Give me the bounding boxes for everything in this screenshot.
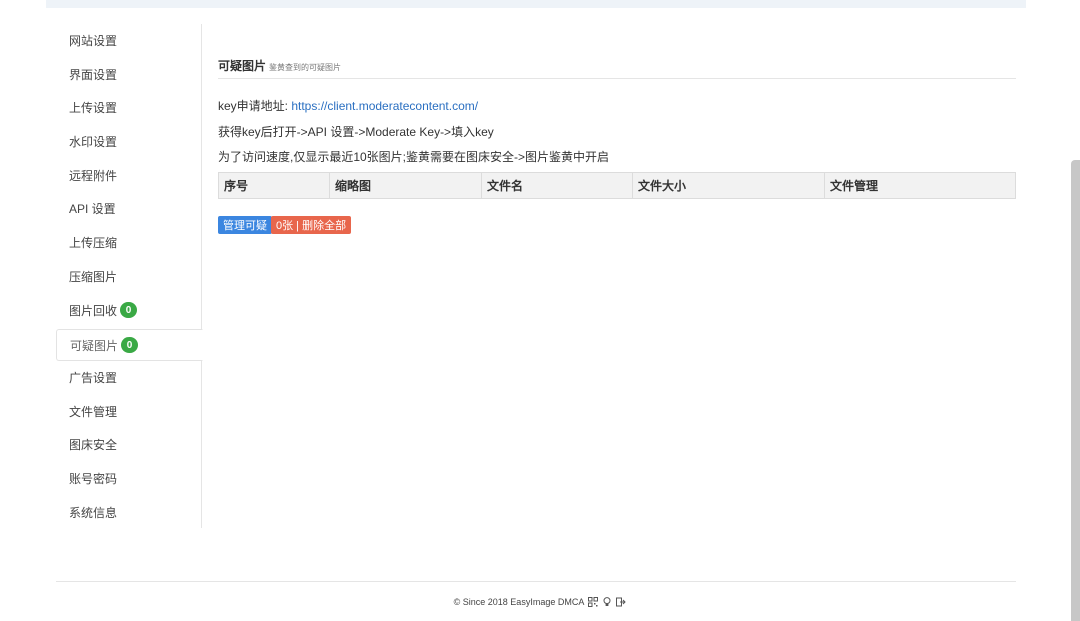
sidebar-item-api-settings[interactable]: API 设置 (56, 192, 202, 224)
sidebar-item-upload-settings[interactable]: 上传设置 (56, 91, 202, 123)
table-header-thumbnail: 缩略图 (330, 173, 482, 198)
sidebar-item-site-settings[interactable]: 网站设置 (56, 24, 202, 56)
count-badge: 0 (120, 302, 138, 318)
sidebar-item-ui-settings[interactable]: 界面设置 (56, 58, 202, 90)
sidebar-item-account-password[interactable]: 账号密码 (56, 462, 202, 494)
note-text: 为了访问速度,仅显示最近10张图片;鉴黄需要在图床安全->图片鉴黄中开启 (218, 150, 610, 164)
key-apply-link[interactable]: https://client.moderatecontent.com/ (291, 99, 478, 113)
lightbulb-icon[interactable] (602, 597, 612, 607)
manage-suspicious-button[interactable]: 管理可疑 (218, 216, 272, 234)
suspicious-images-table: 序号 缩略图 文件名 文件大小 文件管理 (218, 172, 1016, 199)
sidebar-item-label: 水印设置 (69, 134, 118, 149)
sidebar-item-label: 网站设置 (69, 33, 118, 48)
footer: © Since 2018 EasyImage DMCA (0, 597, 1080, 607)
count-badge: 0 (121, 337, 139, 353)
footer-copyright: © Since 2018 EasyImage DMCA (453, 597, 585, 607)
sidebar-item-file-management[interactable]: 文件管理 (56, 395, 202, 427)
table-header-index: 序号 (219, 173, 330, 198)
sidebar-item-system-info[interactable]: 系统信息 (56, 496, 202, 528)
sidebar-item-security[interactable]: 图床安全 (56, 428, 202, 460)
sidebar-item-label: 系统信息 (69, 505, 118, 520)
section-header: 可疑图片 鉴黄查到的可疑图片 (218, 57, 1016, 79)
sidebar-item-label: 广告设置 (69, 370, 118, 385)
sidebar-item-label: 上传设置 (69, 100, 118, 115)
key-apply-label: key申请地址: (218, 99, 292, 113)
footer-divider (56, 581, 1016, 582)
top-banner (46, 0, 1026, 8)
sidebar-item-label: 界面设置 (69, 67, 118, 82)
sidebar-item-suspicious-images[interactable]: 可疑图片 0 (56, 329, 203, 361)
table-header-filesize: 文件大小 (633, 173, 825, 198)
sidebar-item-watermark-settings[interactable]: 水印设置 (56, 125, 202, 157)
sidebar-item-label: 压缩图片 (69, 269, 118, 284)
settings-sidebar: 网站设置 界面设置 上传设置 水印设置 远程附件 API 设置 上传压缩 压缩图… (56, 24, 203, 528)
sidebar-item-label: 文件管理 (69, 404, 118, 419)
sidebar-item-label: 可疑图片 (70, 338, 119, 353)
sidebar-item-label: 账号密码 (69, 471, 118, 486)
key-apply-line: key申请地址: https://client.moderatecontent.… (218, 97, 478, 114)
sidebar-item-label: 远程附件 (69, 168, 118, 183)
sidebar-item-compress-images[interactable]: 压缩图片 (56, 260, 202, 292)
qrcode-icon[interactable] (588, 597, 599, 607)
sidebar-item-upload-compression[interactable]: 上传压缩 (56, 226, 202, 258)
sidebar-item-label: 上传压缩 (69, 235, 118, 250)
sidebar-item-label: API 设置 (69, 201, 116, 216)
page-title: 可疑图片 (218, 59, 267, 73)
sidebar-item-remote-attachments[interactable]: 远程附件 (56, 159, 202, 191)
delete-all-button[interactable]: 0张 | 删除全部 (271, 216, 352, 234)
logout-icon[interactable] (616, 597, 627, 607)
instruction-text: 获得key后打开->API 设置->Moderate Key->填入key (218, 125, 494, 139)
page-subtitle: 鉴黄查到的可疑图片 (269, 63, 342, 72)
sidebar-item-label: 图床安全 (69, 437, 118, 452)
table-header-file-management: 文件管理 (830, 179, 879, 193)
sidebar-item-ad-settings[interactable]: 广告设置 (56, 361, 202, 393)
table-header-filename: 文件名 (482, 173, 633, 198)
sidebar-item-label: 图片回收 (69, 303, 118, 318)
sidebar-item-image-recycle[interactable]: 图片回收 0 (56, 294, 202, 326)
page-scrollbar[interactable] (1071, 160, 1080, 621)
